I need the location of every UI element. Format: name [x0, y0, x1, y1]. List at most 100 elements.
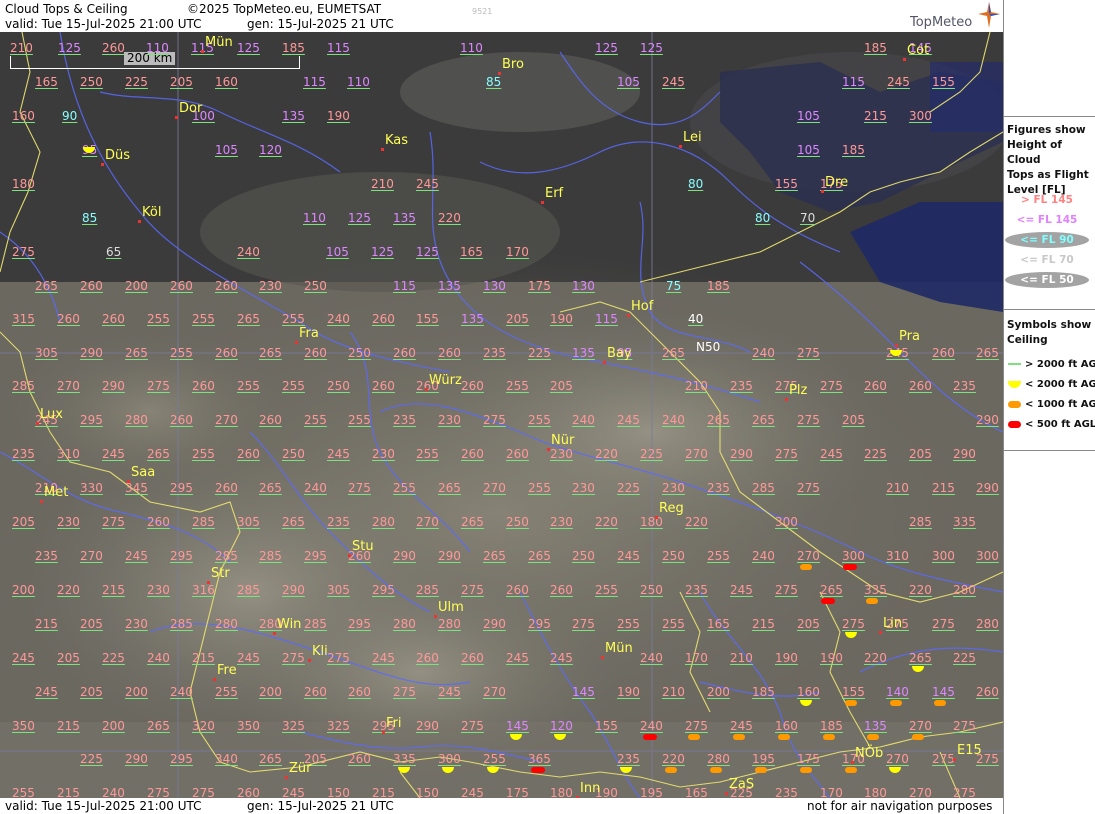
flight-level-value: 145	[572, 685, 595, 699]
flight-level-value: 250	[662, 549, 685, 563]
topmeteo-logo[interactable]: TopMeteo	[910, 16, 972, 30]
flight-level-value: 225	[125, 75, 148, 89]
city-marker	[175, 116, 178, 119]
flight-level-value: 220	[909, 583, 932, 597]
flight-level-value: 180	[550, 786, 573, 799]
flight-level-value: 240	[752, 346, 775, 360]
flight-level-value: 260	[416, 651, 439, 665]
header-bar: Cloud Tops & Ceiling ©2025 TopMeteo.eu, …	[0, 0, 1003, 32]
flight-level-value: 335	[953, 515, 976, 529]
flight-level-value: 215	[57, 719, 80, 733]
flight-level-value: 290	[102, 379, 125, 393]
flight-level-value: 180	[12, 177, 35, 191]
flight-level-value: 105	[797, 143, 820, 157]
flight-level-value: 285	[416, 583, 439, 597]
figures-text-line: Tops as Flight	[1007, 169, 1089, 181]
grid-label-n50: N50	[696, 340, 721, 354]
flight-level-value: 185	[707, 279, 730, 293]
flight-level-value: 225	[80, 752, 103, 766]
flight-level-value: 40	[688, 312, 704, 326]
ceiling-below-1000-icon	[665, 767, 677, 773]
flight-level-value: 225	[953, 651, 976, 665]
flight-level-value: 240	[640, 651, 663, 665]
flight-level-value: 255	[528, 413, 551, 427]
flight-level-value: 160	[797, 685, 820, 699]
flight-level-value: 255	[12, 786, 35, 799]
city-marker	[601, 656, 604, 659]
flight-level-value: 320	[192, 719, 215, 733]
flight-level-value: 125	[58, 41, 81, 55]
flight-level-value: 245	[887, 75, 910, 89]
flight-level-value: 285	[909, 515, 932, 529]
flight-level-value: 200	[12, 583, 35, 597]
flight-level-value: 260	[192, 379, 215, 393]
flight-level-value: 270	[80, 549, 103, 563]
city-marker	[603, 361, 606, 364]
cloud-tops-map[interactable]: 200 km N50 210 125 260 110 115 125 185 115 110 12…	[0, 32, 1003, 798]
flight-level-value: 295	[528, 617, 551, 631]
flight-level-value: 295	[372, 583, 395, 597]
flight-level-value: 215	[102, 583, 125, 597]
flight-level-value: 75	[666, 279, 682, 293]
flight-level-value: 190	[820, 651, 843, 665]
flight-level-value: 200	[125, 279, 148, 293]
city-marker	[425, 388, 428, 391]
flight-level-value: 165	[35, 75, 58, 89]
city-marker	[295, 341, 298, 344]
city-label: E15	[957, 743, 982, 758]
flight-level-value: 150	[416, 786, 439, 799]
flight-level-value: 145	[932, 685, 955, 699]
image-number: 9521	[472, 7, 493, 16]
flight-level-value: 310	[886, 549, 909, 563]
flight-level-value: 175	[797, 752, 820, 766]
flight-level-value: 225	[640, 447, 663, 461]
city-marker	[382, 731, 385, 734]
flight-level-value: 290	[976, 413, 999, 427]
flight-level-value: 265	[909, 651, 932, 665]
flight-level-value: 335	[864, 583, 887, 597]
ceiling-below-1000-icon	[845, 700, 857, 706]
city-label: Lux	[40, 407, 63, 422]
flight-level-value: 275	[775, 583, 798, 597]
flight-level-value: 165	[707, 617, 730, 631]
legend-divider	[1004, 450, 1095, 451]
city-label: Hof	[631, 299, 654, 314]
flight-level-value: 215	[57, 786, 80, 799]
flight-level-value: 65	[106, 245, 122, 259]
flight-level-value: 260	[348, 752, 371, 766]
map-title: Cloud Tops & Ceiling	[5, 2, 128, 16]
flight-level-value: 230	[259, 279, 282, 293]
legend-divider	[1004, 309, 1095, 310]
flight-level-value: 350	[237, 719, 260, 733]
flight-level-value: 300	[909, 109, 932, 123]
flight-level-value: 165	[460, 245, 483, 259]
flight-level-value: 255	[147, 312, 170, 326]
ceiling-below-1000-icon	[845, 767, 857, 773]
ceiling-legend-item: < 2000 ft AGL	[1008, 379, 1095, 391]
flight-level-value: 280	[125, 413, 148, 427]
city-marker	[348, 554, 351, 557]
flight-level-value: 135	[572, 346, 595, 360]
flight-level-value: 280	[976, 617, 999, 631]
flight-level-value: 235	[327, 515, 350, 529]
flight-level-value: 260	[259, 413, 282, 427]
flight-level-value: 205	[506, 312, 529, 326]
figures-text: Figures show Height of Cloud Tops as Fli…	[1007, 123, 1095, 198]
flight-level-value: 125	[640, 41, 663, 55]
city-label: Met	[44, 485, 69, 500]
flight-level-value: 260	[80, 279, 103, 293]
flight-level-value: 260	[215, 279, 238, 293]
flight-level-value: 245	[662, 75, 685, 89]
flight-level-value: 300	[976, 549, 999, 563]
flight-level-value: 250	[282, 447, 305, 461]
city-marker	[40, 500, 43, 503]
city-label: Str	[211, 566, 230, 581]
flight-level-value: 290	[483, 617, 506, 631]
ceiling-below-1000-icon	[823, 734, 835, 740]
flight-level-value: 245	[550, 651, 573, 665]
flight-level-value: 165	[685, 786, 708, 799]
flight-level-value: 225	[617, 481, 640, 495]
flight-level-value: 260	[237, 447, 260, 461]
flight-level-value: 210	[685, 379, 708, 393]
flight-level-value: 160	[215, 75, 238, 89]
